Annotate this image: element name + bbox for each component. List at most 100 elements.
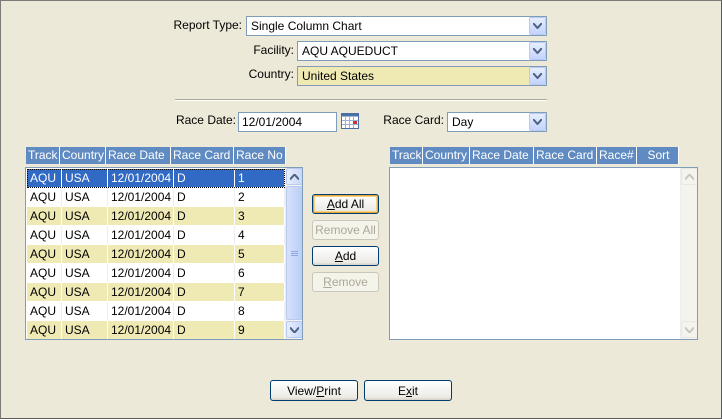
table-row[interactable]: AQU USA 12/01/2004 D 8	[27, 302, 285, 321]
scroll-up-icon[interactable]	[681, 168, 697, 185]
cell-race-card: D	[174, 169, 235, 188]
cell-race-no: 3	[235, 207, 285, 226]
remove-button[interactable]: Remove	[312, 272, 379, 292]
add-button[interactable]: Add	[312, 246, 379, 266]
cell-track: AQU	[27, 169, 62, 188]
cell-race-date: 12/01/2004	[108, 283, 174, 302]
scroll-up-icon[interactable]	[286, 168, 302, 185]
cell-race-no: 9	[235, 321, 285, 339]
cell-track: AQU	[27, 226, 62, 245]
column-header-track[interactable]: Track	[26, 147, 60, 164]
cell-race-no: 2	[235, 188, 285, 207]
scroll-down-icon[interactable]	[681, 321, 697, 338]
exit-button[interactable]: Ex it	[364, 380, 452, 401]
left-grid-header: Track Country Race Date Race Card Race N…	[26, 147, 286, 164]
right-grid-header: Track Country Race Date Race Card Race# …	[390, 147, 679, 164]
facility-value: AQU AQUEDUCT	[302, 44, 399, 58]
cell-race-card: D	[174, 321, 235, 339]
cell-country: USA	[62, 245, 108, 264]
cell-race-card: D	[174, 188, 235, 207]
view-print-button[interactable]: View/Print	[270, 380, 358, 401]
cell-race-date: 12/01/2004	[108, 226, 174, 245]
cell-country: USA	[62, 169, 108, 188]
table-row[interactable]: AQU USA 12/01/2004 D 1	[27, 169, 285, 188]
cell-country: USA	[62, 188, 108, 207]
table-row[interactable]: AQU USA 12/01/2004 D 4	[27, 226, 285, 245]
cell-race-no: 6	[235, 264, 285, 283]
remove-all-button[interactable]: Remove All	[312, 220, 379, 240]
table-row[interactable]: AQU USA 12/01/2004 D 9	[27, 321, 285, 339]
race-date-input[interactable]: 12/01/2004	[238, 112, 337, 132]
cell-country: USA	[62, 302, 108, 321]
cell-race-card: D	[174, 283, 235, 302]
country-select[interactable]: United States	[297, 66, 547, 86]
column-header-race-card[interactable]: Race Card	[534, 147, 597, 164]
facility-label: Facility:	[253, 43, 294, 57]
column-header-race-no[interactable]: Race No	[234, 147, 286, 164]
cell-track: AQU	[27, 283, 62, 302]
cell-race-card: D	[174, 207, 235, 226]
cell-track: AQU	[27, 207, 62, 226]
table-row[interactable]: AQU USA 12/01/2004 D 7	[27, 283, 285, 302]
cell-race-date: 12/01/2004	[108, 321, 174, 339]
cell-race-date: 12/01/2004	[108, 207, 174, 226]
country-label: Country:	[248, 67, 294, 81]
scroll-down-icon[interactable]	[286, 321, 302, 338]
add-all-button[interactable]: Add All	[312, 194, 379, 214]
separator	[175, 99, 547, 101]
right-list-scrollbar[interactable]	[680, 168, 697, 339]
column-header-sort[interactable]: Sort	[637, 147, 679, 164]
race-date-label: Race Date:	[175, 113, 236, 127]
race-card-value: Day	[452, 115, 474, 129]
race-card-select[interactable]: Day	[447, 112, 547, 132]
cell-race-date: 12/01/2004	[108, 302, 174, 321]
selected-races-list[interactable]	[389, 167, 698, 340]
table-row[interactable]: AQU USA 12/01/2004 D 6	[27, 264, 285, 283]
cell-race-no: 5	[235, 245, 285, 264]
cell-race-date: 12/01/2004	[108, 188, 174, 207]
column-header-race-date[interactable]: Race Date	[106, 147, 171, 164]
chevron-down-icon[interactable]	[529, 17, 546, 35]
report-type-value: Single Column Chart	[251, 19, 362, 33]
chevron-down-icon[interactable]	[529, 42, 546, 60]
cell-country: USA	[62, 226, 108, 245]
facility-select[interactable]: AQU AQUEDUCT	[297, 41, 547, 61]
cell-country: USA	[62, 283, 108, 302]
column-header-country[interactable]: Country	[60, 147, 106, 164]
cell-track: AQU	[27, 188, 62, 207]
column-header-track[interactable]: Track	[390, 147, 423, 164]
cell-race-date: 12/01/2004	[108, 169, 174, 188]
cell-race-card: D	[174, 302, 235, 321]
column-header-race-number[interactable]: Race#	[597, 147, 637, 164]
available-races-list[interactable]: AQU USA 12/01/2004 D 1 AQU USA 12/01/2004 D 2 AQU U…	[25, 167, 303, 340]
country-value: United States	[302, 69, 375, 83]
cell-track: AQU	[27, 264, 62, 283]
cell-race-no: 4	[235, 226, 285, 245]
table-row[interactable]: AQU USA 12/01/2004 D 5	[27, 245, 285, 264]
cell-country: USA	[62, 321, 108, 339]
column-header-race-date[interactable]: Race Date	[470, 147, 534, 164]
cell-race-no: 1	[235, 169, 285, 188]
scroll-thumb[interactable]	[286, 186, 302, 320]
column-header-country[interactable]: Country	[423, 147, 470, 164]
table-row[interactable]: AQU USA 12/01/2004 D 2	[27, 188, 285, 207]
column-header-race-card[interactable]: Race Card	[171, 147, 234, 164]
chevron-down-icon[interactable]	[529, 67, 546, 85]
report-type-select[interactable]: Single Column Chart	[246, 16, 547, 36]
cell-race-date: 12/01/2004	[108, 264, 174, 283]
table-row[interactable]: AQU USA 12/01/2004 D 3	[27, 207, 285, 226]
calendar-icon[interactable]	[339, 111, 361, 131]
cell-track: AQU	[27, 321, 62, 339]
cell-race-no: 8	[235, 302, 285, 321]
chevron-down-icon[interactable]	[529, 113, 546, 131]
cell-country: USA	[62, 207, 108, 226]
cell-track: AQU	[27, 245, 62, 264]
left-list-scrollbar[interactable]	[285, 168, 302, 339]
cell-race-date: 12/01/2004	[108, 245, 174, 264]
cell-race-card: D	[174, 226, 235, 245]
cell-race-no: 7	[235, 283, 285, 302]
cell-race-card: D	[174, 245, 235, 264]
report-type-label: Report Type:	[173, 18, 242, 32]
cell-country: USA	[62, 264, 108, 283]
cell-track: AQU	[27, 302, 62, 321]
